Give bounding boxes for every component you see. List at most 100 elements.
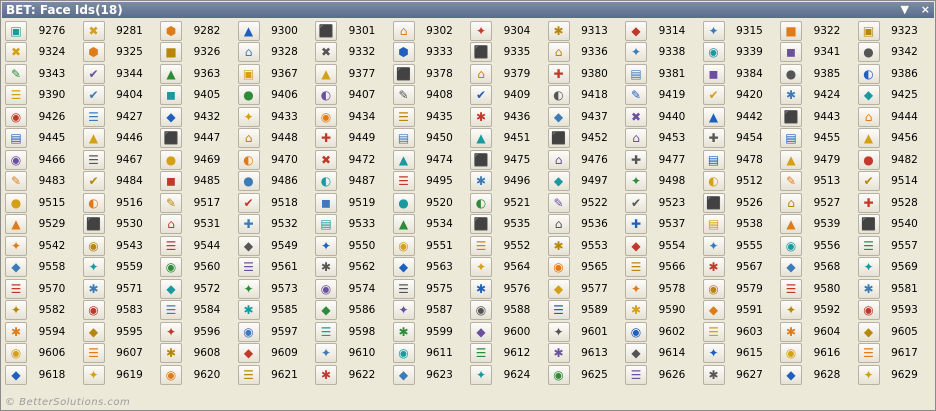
face-id-button[interactable]: ◉	[702, 42, 725, 63]
face-id-button[interactable]: ✱	[470, 106, 492, 127]
face-id-button[interactable]: ◉	[82, 235, 105, 256]
face-id-button[interactable]: ◆	[780, 364, 802, 385]
face-id-button[interactable]: ⌂	[160, 214, 182, 235]
face-id-button[interactable]: ☰	[82, 106, 105, 127]
face-id-button[interactable]: ☰	[160, 300, 182, 321]
face-id-button[interactable]: ⌂	[547, 42, 570, 63]
face-id-button[interactable]: ⌂	[625, 128, 647, 149]
face-id-button[interactable]: ◼	[780, 42, 802, 63]
face-id-button[interactable]: ◐	[315, 85, 337, 106]
face-id-button[interactable]: ▲	[470, 128, 492, 149]
face-id-button[interactable]: ✚	[547, 63, 570, 84]
window-titlebar[interactable]: BET: Face Ids(18) ▼ ×	[2, 2, 934, 18]
face-id-button[interactable]: ☰	[160, 235, 182, 256]
face-id-button[interactable]: ◆	[547, 171, 570, 192]
face-id-button[interactable]: ◆	[392, 364, 415, 385]
face-id-button[interactable]: ◉	[392, 343, 415, 364]
face-id-button[interactable]: ▤	[780, 128, 802, 149]
face-id-button[interactable]: ⬛	[702, 192, 725, 213]
face-id-button[interactable]: ▲	[237, 20, 260, 41]
face-id-button[interactable]: ◆	[625, 343, 647, 364]
close-icon[interactable]: ×	[921, 3, 930, 16]
face-id-button[interactable]: ✎	[5, 171, 27, 192]
face-id-button[interactable]: ◆	[702, 300, 725, 321]
face-id-button[interactable]: ◐	[702, 171, 725, 192]
face-id-button[interactable]: ▲	[780, 214, 802, 235]
face-id-button[interactable]: ▤	[702, 214, 725, 235]
face-id-button[interactable]: ●	[5, 192, 27, 213]
face-id-button[interactable]: ✎	[5, 63, 27, 84]
face-id-button[interactable]: ✚	[625, 149, 647, 170]
face-id-button[interactable]: ⬛	[82, 214, 105, 235]
face-id-button[interactable]: ◆	[5, 257, 27, 278]
face-id-button[interactable]: ◼	[160, 171, 182, 192]
face-id-button[interactable]: ✱	[547, 20, 570, 41]
face-id-button[interactable]: ▲	[392, 149, 415, 170]
face-id-button[interactable]: ◆	[857, 321, 880, 342]
face-id-button[interactable]: ◆	[547, 106, 570, 127]
face-id-button[interactable]: ✦	[5, 235, 27, 256]
face-id-button[interactable]: ◉	[82, 300, 105, 321]
face-id-button[interactable]: ☰	[392, 171, 415, 192]
face-id-button[interactable]: ✦	[625, 42, 647, 63]
face-id-button[interactable]: ◐	[547, 85, 570, 106]
face-id-button[interactable]: ✔	[470, 85, 492, 106]
face-id-button[interactable]: ◐	[857, 63, 880, 84]
face-id-button[interactable]: ⬢	[392, 42, 415, 63]
face-id-button[interactable]: ▲	[160, 63, 182, 84]
face-id-button[interactable]: ◉	[625, 321, 647, 342]
face-id-button[interactable]: ◆	[82, 321, 105, 342]
face-id-button[interactable]: ✔	[857, 171, 880, 192]
face-id-button[interactable]: ◆	[857, 85, 880, 106]
face-id-button[interactable]: ▲	[702, 106, 725, 127]
face-id-button[interactable]: ◐	[82, 192, 105, 213]
face-id-button[interactable]: ✦	[392, 300, 415, 321]
face-id-button[interactable]: ●	[237, 171, 260, 192]
face-id-button[interactable]: ◉	[160, 257, 182, 278]
face-id-button[interactable]: ◐	[470, 192, 492, 213]
dropdown-icon[interactable]: ▼	[900, 3, 908, 16]
face-id-button[interactable]: ⬢	[82, 42, 105, 63]
face-id-button[interactable]: ✱	[857, 278, 880, 299]
face-id-button[interactable]: ◆	[780, 257, 802, 278]
face-id-button[interactable]: ✱	[470, 278, 492, 299]
face-id-button[interactable]: ▣	[857, 20, 880, 41]
face-id-button[interactable]: ☰	[625, 364, 647, 385]
face-id-button[interactable]: ✦	[780, 300, 802, 321]
face-id-button[interactable]: ✚	[625, 214, 647, 235]
face-id-button[interactable]: ✱	[82, 278, 105, 299]
face-id-button[interactable]: ●	[237, 85, 260, 106]
face-id-button[interactable]: ●	[392, 192, 415, 213]
face-id-button[interactable]: ◉	[5, 149, 27, 170]
face-id-button[interactable]: ☰	[237, 364, 260, 385]
face-id-button[interactable]: ✖	[315, 42, 337, 63]
face-id-button[interactable]: ✦	[160, 321, 182, 342]
face-id-button[interactable]: ◉	[237, 321, 260, 342]
face-id-button[interactable]: ◉	[702, 278, 725, 299]
face-id-button[interactable]: ☰	[5, 278, 27, 299]
face-id-button[interactable]: ⬛	[780, 106, 802, 127]
face-id-button[interactable]: ✖	[315, 149, 337, 170]
face-id-button[interactable]: ✱	[315, 364, 337, 385]
face-id-button[interactable]: ◆	[315, 300, 337, 321]
face-id-button[interactable]: ✚	[315, 128, 337, 149]
face-id-button[interactable]: ☰	[780, 278, 802, 299]
face-id-button[interactable]: ▣	[237, 63, 260, 84]
face-id-button[interactable]: ●	[780, 63, 802, 84]
face-id-button[interactable]: ☰	[5, 85, 27, 106]
face-id-button[interactable]: ◆	[392, 257, 415, 278]
face-id-button[interactable]: ▲	[392, 214, 415, 235]
face-id-button[interactable]: ✱	[625, 300, 647, 321]
face-id-button[interactable]: ✚	[857, 192, 880, 213]
face-id-button[interactable]: ⌂	[237, 128, 260, 149]
face-id-button[interactable]: ✦	[470, 20, 492, 41]
face-id-button[interactable]: ◆	[547, 278, 570, 299]
face-id-button[interactable]: ⬛	[315, 20, 337, 41]
face-id-button[interactable]: ⬛	[392, 63, 415, 84]
face-id-button[interactable]: ◆	[160, 106, 182, 127]
face-id-button[interactable]: ◆	[237, 235, 260, 256]
face-id-button[interactable]: ◉	[392, 235, 415, 256]
face-id-button[interactable]: ⌂	[857, 106, 880, 127]
face-id-button[interactable]: ✚	[702, 128, 725, 149]
face-id-button[interactable]: ✖	[5, 42, 27, 63]
